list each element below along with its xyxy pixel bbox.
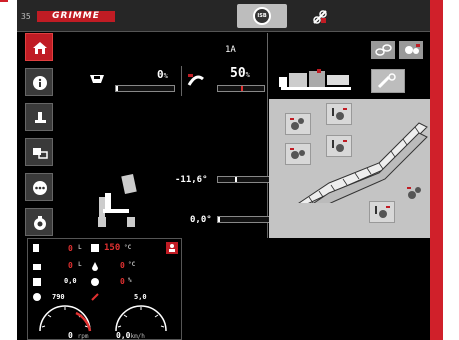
pressure-value: 0,0	[64, 277, 77, 285]
more-icon	[33, 181, 47, 195]
page-number: 35	[21, 12, 31, 21]
tilt-angle-bar	[217, 176, 275, 183]
fuel-unit: L	[78, 244, 82, 251]
terminal-screen: 35 GRIMME ISB 1A 0% 50% -11,6° 0,0° 0 L …	[17, 0, 430, 340]
speed-readout: 0,0km/h	[116, 331, 145, 340]
sensor-button-5[interactable]	[369, 201, 395, 223]
hopper-level-readout: 0%	[157, 68, 168, 81]
hopper-level-bar	[115, 85, 175, 92]
machine-config-button[interactable]	[371, 69, 405, 93]
chassis-tilt-icon	[98, 173, 137, 227]
load-icon	[91, 278, 99, 286]
sidebar-transfer-button[interactable]	[25, 138, 53, 166]
hopper-level-unit: %	[163, 72, 168, 80]
machine-overview-panel	[269, 33, 430, 238]
rpm-readout: 0 rpm	[68, 331, 89, 340]
oil-temp-value: 0	[120, 261, 125, 270]
steer-angle-readout: 0,0°	[190, 215, 212, 225]
info-icon	[33, 76, 47, 90]
chain-speed-bar	[217, 85, 265, 92]
engine-temp-value: 150	[104, 243, 121, 253]
sensor-icon-5	[375, 206, 390, 218]
sidebar-more-button[interactable]	[25, 173, 53, 201]
rpm-setpoint: 790	[52, 293, 65, 301]
sidebar-home-button[interactable]	[25, 33, 53, 61]
speed-value: 0,0	[116, 331, 131, 340]
oil-temp-unit: °C	[128, 261, 136, 268]
hopper-level-fill	[116, 86, 118, 91]
speed-gauge	[115, 305, 167, 332]
conveyor-belt-graphic	[298, 122, 428, 203]
machine-top-strip	[269, 33, 430, 99]
fuel-value: 0	[68, 244, 73, 253]
hydraulic-value: 0	[68, 261, 73, 270]
sidebar-settings-button[interactable]	[25, 208, 53, 236]
bezel-left	[0, 0, 8, 2]
transfer-icon	[33, 148, 48, 159]
chain-speed-unit: %	[245, 71, 250, 79]
hydraulic-icon	[33, 264, 41, 270]
speed-unit: km/h	[130, 333, 145, 340]
tilt-angle-unit: °	[202, 175, 208, 185]
gear-icon	[34, 216, 46, 230]
stage: 35 GRIMME ISB 1A 0% 50% -11,6° 0,0° 0 L …	[0, 0, 459, 340]
mode-label: 1A	[225, 45, 236, 55]
chain-gear-button[interactable]	[399, 41, 423, 59]
alert-button[interactable]	[166, 242, 178, 254]
chain-gear-icon	[405, 44, 420, 54]
rpm-value: 0	[68, 331, 73, 340]
engine-temp-unit: °C	[124, 244, 132, 251]
load-value: 0	[120, 277, 125, 286]
sidebar-operator-button[interactable]	[25, 103, 53, 131]
hopper-level-value: 0	[157, 68, 164, 81]
home-icon	[33, 42, 47, 54]
operator-icon	[35, 112, 46, 123]
operator-alert-icon	[169, 244, 175, 252]
stats-panel: 0 L 150 °C 0 L 0 °C 0,0 0 % 790 5,0 0 rp…	[27, 238, 182, 340]
rpm-gauge	[39, 305, 92, 332]
engine-temp-icon	[91, 244, 99, 252]
hydraulic-unit: L	[78, 261, 82, 268]
top-bar: 35 GRIMME ISB	[17, 0, 430, 32]
steer-angle-unit: °	[206, 215, 212, 225]
machine-silhouette-icon	[279, 69, 351, 90]
hopper-icon	[90, 75, 104, 83]
steer-angle-indicator	[218, 217, 220, 222]
tilt-angle-value: -11,6	[175, 175, 203, 185]
chain-speed-readout: 50%	[230, 66, 250, 81]
fuel-icon	[33, 244, 39, 252]
steer-angle-bar	[217, 216, 275, 223]
bezel-right	[430, 0, 443, 340]
sidebar-info-button[interactable]	[25, 68, 53, 96]
tilt-angle-indicator	[234, 177, 237, 182]
load-unit: %	[128, 277, 132, 284]
chain-speed-fill	[241, 86, 243, 91]
tilt-angle-readout: -11,6°	[175, 175, 208, 185]
rpm-unit: rpm	[77, 333, 89, 340]
main-panel: 1A 0% 50% -11,6° 0,0°	[55, 33, 275, 238]
chain-link-icon	[375, 44, 392, 56]
chain-speed-icon	[187, 74, 204, 86]
speed-setpoint: 5,0	[134, 293, 147, 301]
chain-link-button[interactable]	[371, 41, 395, 59]
pressure-icon	[33, 278, 41, 286]
steer-angle-value: 0,0	[190, 215, 207, 225]
chain-speed-value: 50	[230, 66, 246, 81]
brand-logo: GRIMME	[37, 11, 115, 22]
oil-temp-icon	[92, 262, 98, 271]
disconnect-icon[interactable]	[312, 9, 328, 25]
sidebar	[25, 33, 53, 238]
isobus-icon: ISB	[253, 7, 271, 25]
divider-vertical	[181, 66, 182, 96]
wrench-chain-icon	[377, 73, 396, 89]
isobus-button[interactable]: ISB	[237, 4, 287, 28]
